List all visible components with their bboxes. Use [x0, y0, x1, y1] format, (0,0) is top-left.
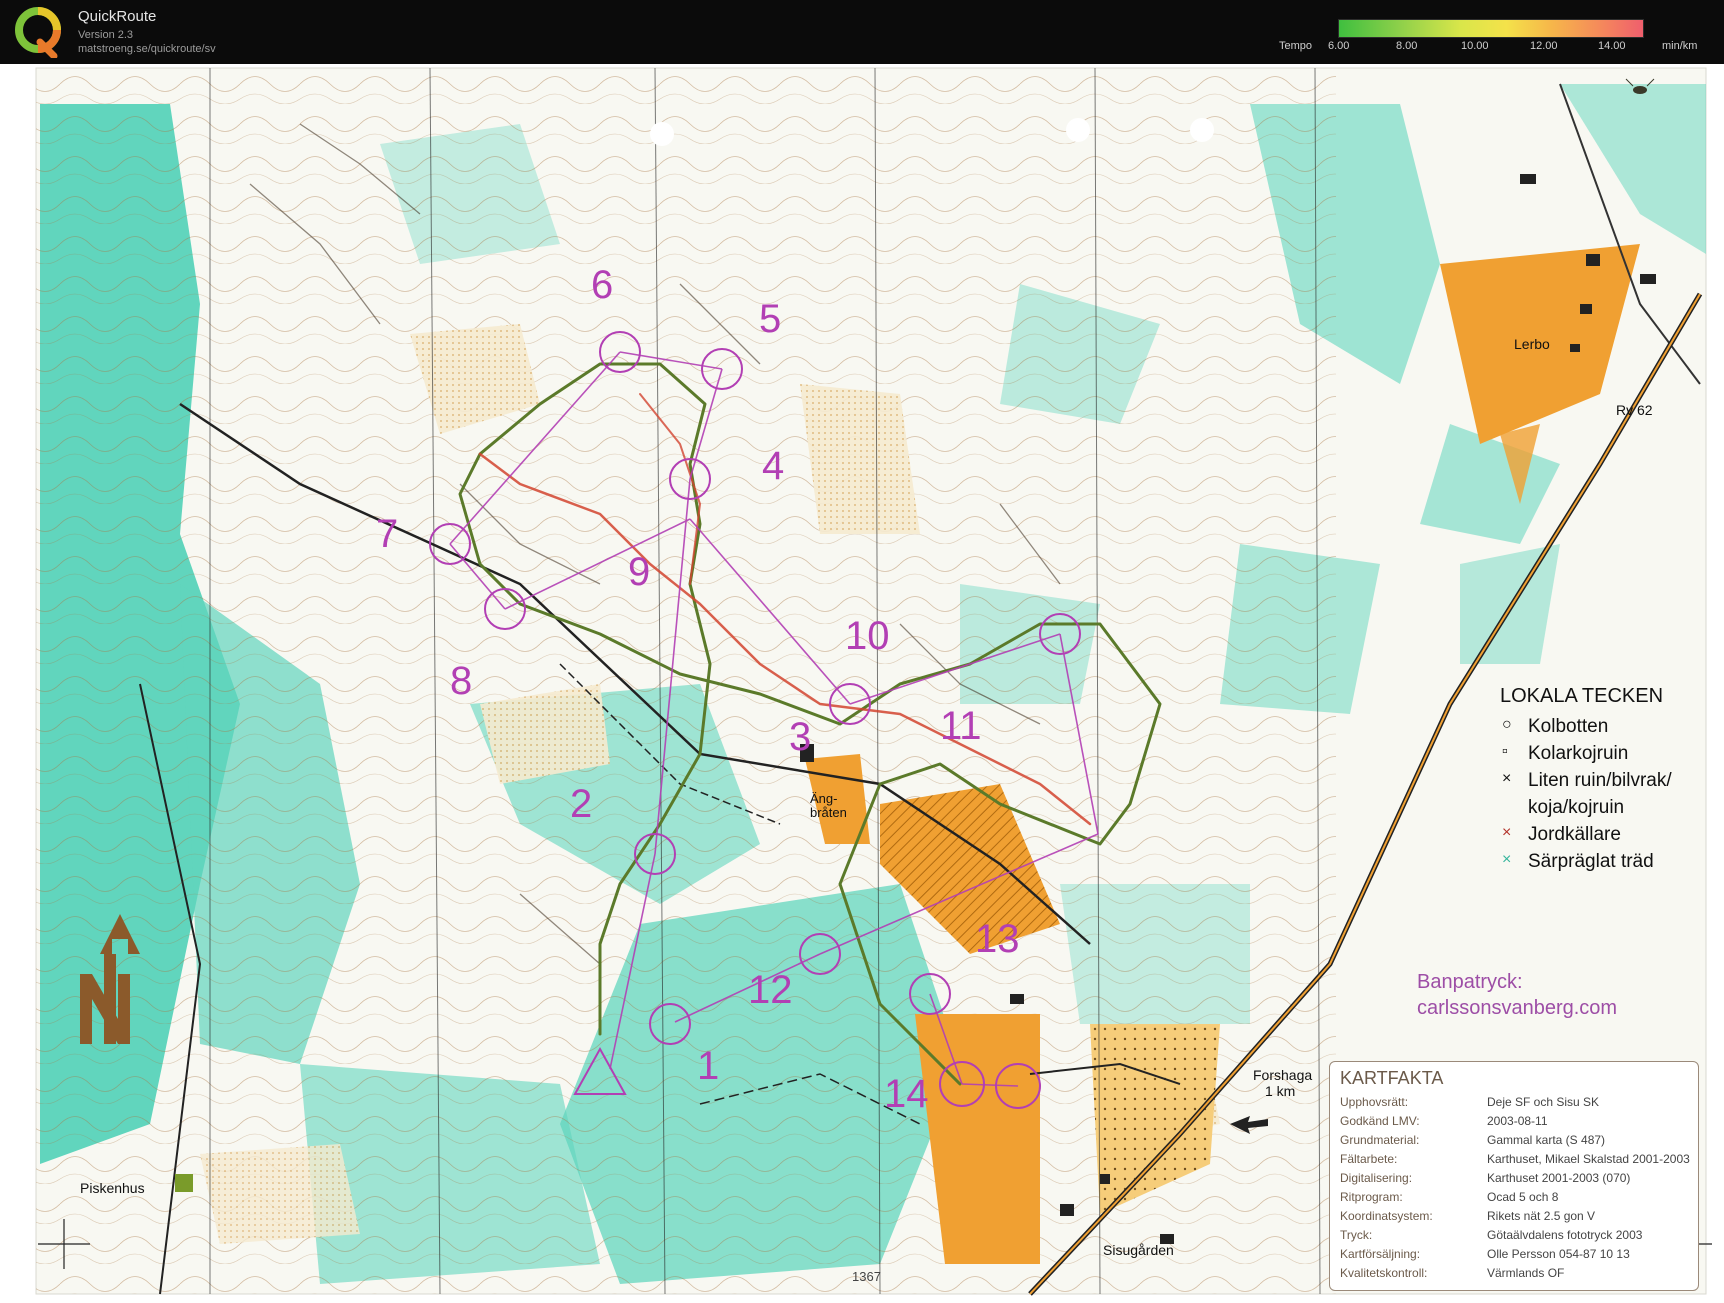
quickroute-window: QuickRoute Version 2.3 matstroeng.se/qui… — [0, 0, 1724, 1303]
distinctive-tree-icon: × — [1502, 851, 1512, 868]
root-cellar-icon: × — [1502, 824, 1512, 841]
control-number: 11 — [940, 704, 982, 748]
control-number: 9 — [628, 550, 651, 594]
app-title: QuickRoute — [78, 8, 157, 25]
tempo-label: Tempo — [1279, 40, 1313, 52]
road-label-rv62: Rv 62 — [1616, 402, 1653, 418]
charcoal-pit-icon: ○ — [1502, 716, 1512, 733]
legend-title: LOKALA TECKEN — [1500, 685, 1664, 707]
tempo-color-scale — [1338, 19, 1644, 38]
orienteering-map[interactable]: 1 2 3 4 5 6 7 8 9 10 11 12 13 14 Lerbo R… — [0, 64, 1724, 1303]
control-number: 6 — [591, 263, 614, 307]
place-label-lerbo: Lerbo — [1514, 336, 1550, 352]
tempo-tick: 8.00 — [1396, 40, 1418, 52]
legend-item: × Liten ruin/bilvrak/ — [1502, 770, 1672, 791]
app-header: QuickRoute Version 2.3 matstroeng.se/qui… — [0, 0, 1724, 64]
control-number: 14 — [884, 1072, 929, 1116]
distance-label-forshaga: 1 km — [1265, 1083, 1296, 1099]
control-number: 8 — [450, 659, 473, 703]
place-label-angbraten: Äng- bråten — [810, 791, 847, 820]
map-facts-title: KARTFAKTA — [1340, 1068, 1444, 1088]
control-number: 2 — [570, 782, 593, 826]
place-label-piskenhus: Piskenhus — [80, 1180, 145, 1196]
tempo-tick: 10.00 — [1461, 40, 1489, 52]
local-symbols-legend: LOKALA TECKEN ○ Kolbotten ▫ Kolarkojruin ×… — [1500, 685, 1672, 878]
control-number: 3 — [789, 715, 812, 759]
app-url[interactable]: matstroeng.se/quickroute/sv — [78, 43, 216, 55]
tempo-unit: min/km — [1662, 40, 1698, 52]
tempo-tick: 12.00 — [1530, 40, 1558, 52]
control-number: 7 — [376, 512, 399, 556]
legend-item: × Jordkällare — [1502, 824, 1621, 845]
legend-item: koja/kojruin — [1528, 797, 1625, 818]
legend-item: ○ Kolbotten — [1502, 716, 1609, 737]
tempo-tick: 14.00 — [1598, 40, 1626, 52]
control-number: 5 — [759, 297, 782, 341]
tempo-tick: 6.00 — [1328, 40, 1350, 52]
course-print-note: Banpatryck: carlssonsvanberg.com — [1417, 971, 1618, 1019]
quickroute-logo-icon — [15, 7, 61, 58]
app-version: Version 2.3 — [78, 29, 134, 41]
charcoal-hut-ruin-icon: ▫ — [1502, 743, 1508, 760]
map-sheet-number: 1367 — [852, 1269, 881, 1284]
control-number: 13 — [975, 917, 1020, 961]
legend-item: ▫ Kolarkojruin — [1502, 743, 1629, 764]
place-label-sisugarden: Sisugården — [1103, 1242, 1174, 1258]
control-number: 4 — [762, 444, 785, 488]
legend-item: × Särpräglat träd — [1502, 851, 1654, 872]
control-number: 1 — [697, 1044, 720, 1088]
place-label-forshaga: Forshaga — [1253, 1067, 1313, 1083]
small-ruin-icon: × — [1502, 770, 1512, 787]
control-number: 12 — [748, 968, 793, 1012]
control-number: 10 — [845, 614, 890, 658]
map-facts-box: KARTFAKTA Upphovsrätt: Deje SF och Sisu S… — [1329, 1061, 1699, 1291]
